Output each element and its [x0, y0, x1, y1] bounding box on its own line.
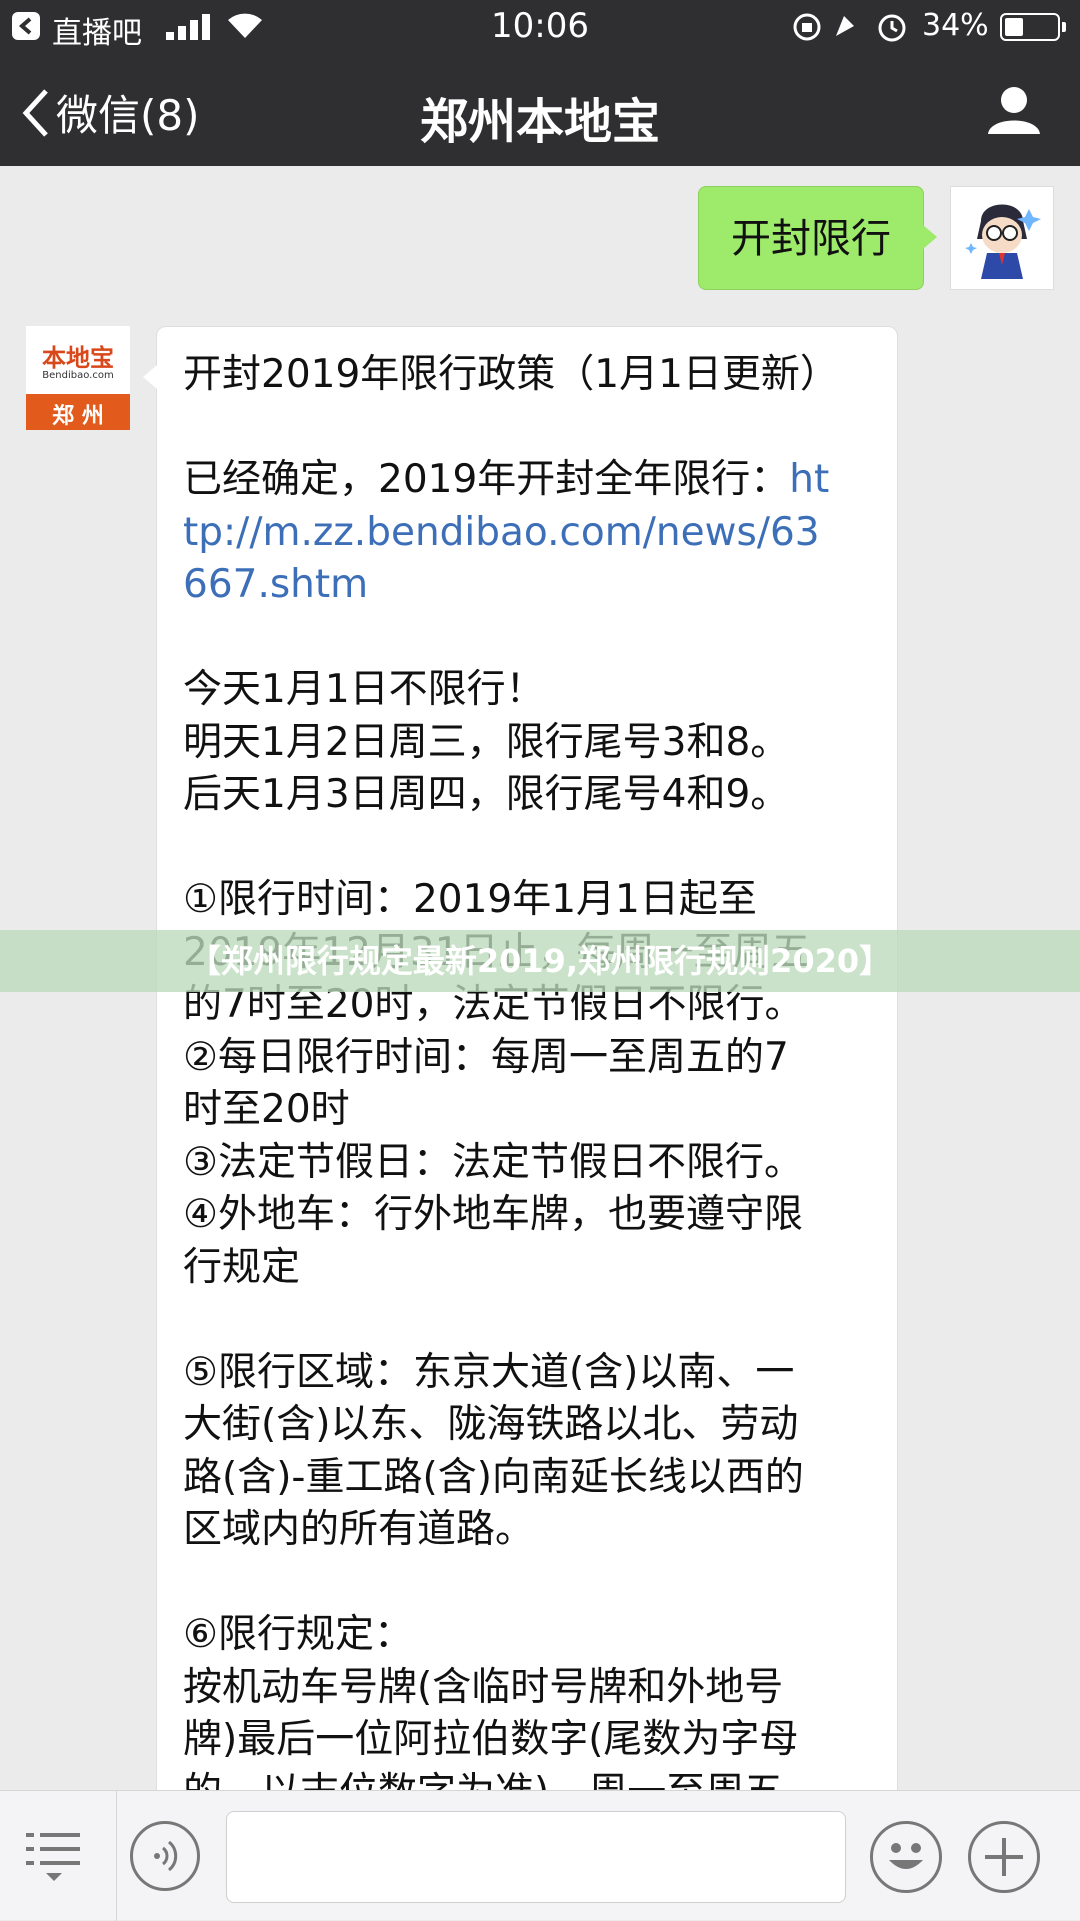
message-line: [183, 1557, 871, 1610]
bot-avatar-brand: 本地宝: [42, 344, 114, 372]
message-text: ⑥限行规定：: [183, 1612, 413, 1657]
message-line: 明天1月2日周三，限行尾号3和8。: [183, 717, 871, 770]
message-text: 明天1月2日周三，限行尾号3和8。: [183, 719, 790, 765]
bot-avatar-city: 郑 州: [52, 404, 104, 429]
clock: 10:06: [491, 6, 589, 46]
plus-button[interactable]: [968, 1821, 1040, 1893]
message-text: 牌)最后一位阿拉伯数字(尾数为字母: [183, 1717, 799, 1762]
input-toolbar: [0, 1790, 1080, 1921]
nav-bar: 微信(8) 郑州本地宝: [0, 54, 1080, 166]
message-line: ⑤限行区域：东京大道(含)以南、一: [183, 1347, 871, 1400]
message-text: 按机动车号牌(含临时号牌和外地号: [183, 1664, 784, 1710]
status-icons: [793, 13, 906, 42]
message-text: 已经确定，2019年开封全年限行：: [183, 457, 790, 502]
message-text: 今天1月1日不限行！: [183, 667, 545, 712]
user-avatar[interactable]: [950, 186, 1054, 290]
message-line: ①限行时间：2019年1月1日起至: [183, 874, 871, 927]
bot-avatar-sub: Bendibao.com: [42, 370, 114, 381]
message-line: tp://m.zz.bendibao.com/news/63: [183, 507, 871, 560]
message-line: [183, 612, 871, 665]
message-line: 今天1月1日不限行！: [183, 664, 871, 717]
message-line: ②每日限行时间：每周一至周五的7: [183, 1032, 871, 1085]
message-text: 行规定: [183, 1244, 301, 1290]
cartoon-avatar-icon: [965, 204, 1041, 279]
message-line: [183, 1294, 871, 1347]
user-message-bubble[interactable]: 开封限行: [698, 186, 937, 290]
message-line: 大街(含)以东、陇海铁路以北、劳动: [183, 1399, 871, 1452]
message-link[interactable]: ht: [789, 457, 829, 502]
message-line: 后天1月3日周四，限行尾号4和9。: [183, 769, 871, 822]
message-line: [183, 822, 871, 875]
message-line: ③法定节假日：法定节假日不限行。: [183, 1137, 871, 1190]
message-line: 区域内的所有道路。: [183, 1504, 871, 1557]
message-line: 的，以末位数字为准)，周一至周五: [183, 1767, 871, 1791]
message-text: ④外地车：行外地车牌，也要遵守限: [183, 1192, 803, 1237]
menu-icon[interactable]: [26, 1831, 82, 1883]
message-text: 后天1月3日周四，限行尾号4和9。: [183, 772, 790, 817]
message-line: 路(含)-重工路(含)向南延长线以西的: [183, 1452, 871, 1505]
message-line: 开封2019年限行政策（1月1日更新）: [183, 349, 871, 402]
message-text: 的，以末位数字为准)，周一至周五: [183, 1770, 783, 1791]
message-link[interactable]: tp://m.zz.bendibao.com/news/63: [183, 510, 820, 555]
message-line: 已经确定，2019年开封全年限行：ht: [183, 454, 871, 507]
message-text: 路(含)-重工路(含)向南延长线以西的: [183, 1454, 804, 1500]
voice-icon: [154, 1840, 178, 1872]
voice-button[interactable]: [130, 1821, 200, 1891]
page-title: 郑州本地宝: [419, 94, 660, 150]
plus-icon: [985, 1838, 1023, 1876]
message-line: 667.shtm: [183, 559, 871, 612]
message-line: 行规定: [183, 1242, 871, 1295]
message-text: ①限行时间：2019年1月1日起至: [183, 877, 757, 922]
toolbar-divider: [116, 1791, 117, 1921]
watermark-banner: 【郑州限行规定最新2019,郑州限行规则2020】: [0, 930, 1080, 992]
message-line: 时至20时: [183, 1084, 871, 1137]
status-bar: 直播吧 10:06 34%: [0, 0, 1080, 54]
battery-icon: [1000, 13, 1060, 41]
message-line: 按机动车号牌(含临时号牌和外地号: [183, 1662, 871, 1715]
emoji-icon: [889, 1843, 923, 1869]
message-text: 区域内的所有道路。: [183, 1507, 535, 1552]
emoji-button[interactable]: [870, 1821, 942, 1893]
message-line: ④外地车：行外地车牌，也要遵守限: [183, 1189, 871, 1242]
message-line: ⑥限行规定：: [183, 1609, 871, 1662]
battery-nub: [1062, 22, 1066, 32]
message-text: 时至20时: [183, 1087, 350, 1132]
message-text: 大街(含)以东、陇海铁路以北、劳动: [183, 1402, 799, 1447]
message-link[interactable]: 667.shtm: [183, 562, 368, 607]
person-icon[interactable]: [986, 82, 1042, 138]
rotation-lock-icon: [793, 13, 821, 41]
message-text: 开封2019年限行政策（1月1日更新）: [183, 352, 839, 397]
alarm-icon: [878, 14, 906, 42]
message-text: ②每日限行时间：每周一至周五的7: [183, 1034, 789, 1080]
battery-percent: 34%: [922, 8, 989, 43]
message-input[interactable]: [226, 1811, 846, 1903]
bot-avatar[interactable]: 本地宝 Bendibao.com 郑 州: [26, 326, 130, 430]
bot-message-bubble[interactable]: 开封2019年限行政策（1月1日更新） 已经确定，2019年开封全年限行：ht tp…: [143, 326, 898, 1791]
message-text: ⑤限行区域：东京大道(含)以南、一: [183, 1349, 795, 1395]
message-line: [183, 402, 871, 455]
message-line: 牌)最后一位阿拉伯数字(尾数为字母: [183, 1714, 871, 1767]
location-icon: [836, 16, 854, 36]
message-text: ③法定节假日：法定节假日不限行。: [183, 1139, 803, 1185]
